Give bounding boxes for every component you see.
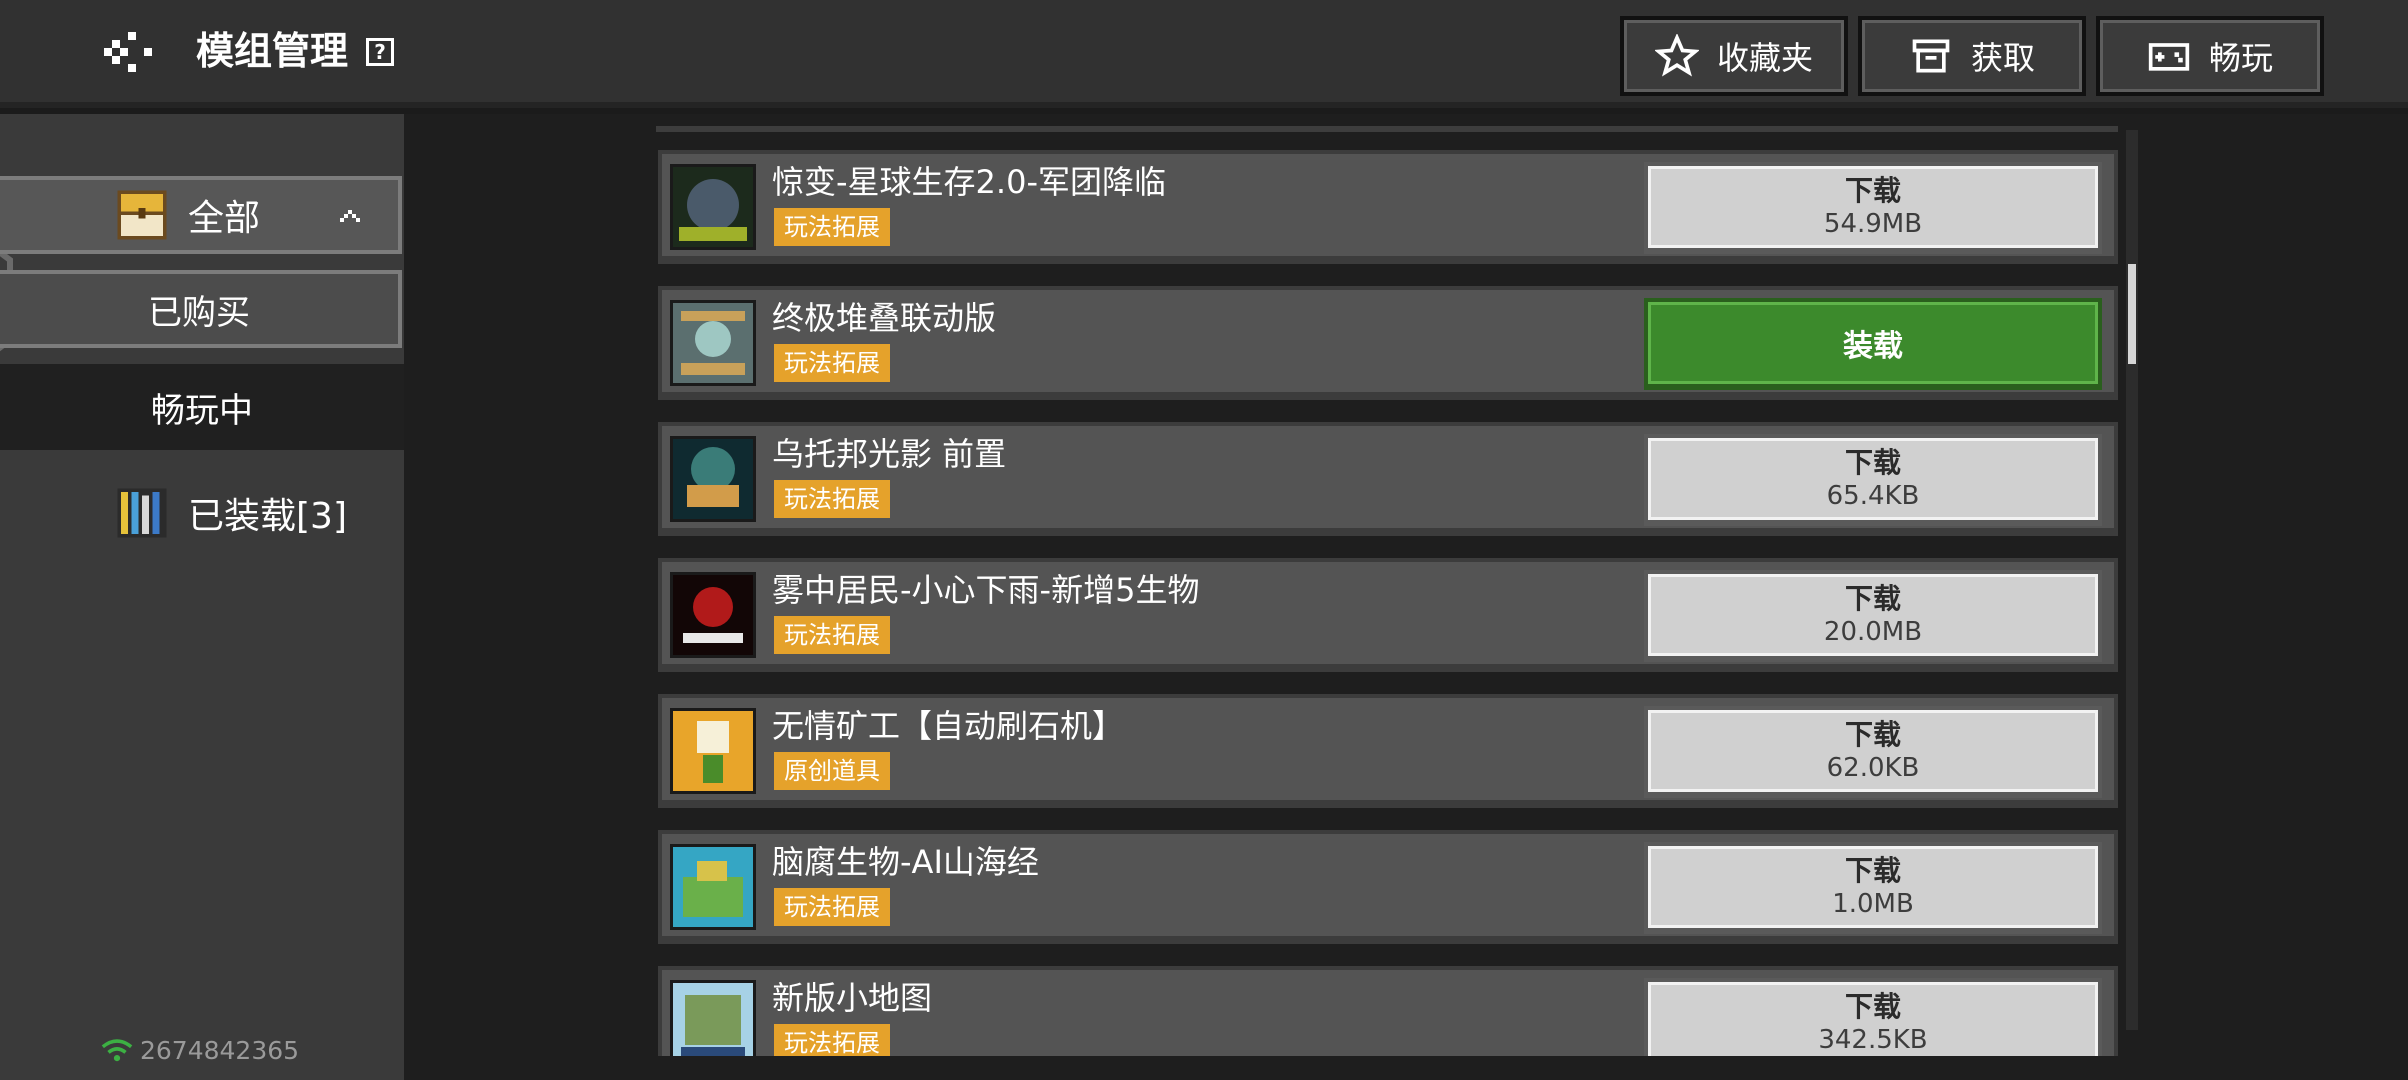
mod-tag: 玩法拓展 [774, 888, 890, 926]
download-label: 下载 [1844, 582, 1901, 615]
wifi-icon [101, 1038, 133, 1061]
list-item[interactable]: 雾中居民-小心下雨-新增5生物 玩法拓展 下载 20.0MB [658, 558, 2118, 672]
star-icon [1654, 34, 1699, 77]
favorites-button[interactable]: 收藏夹 [1620, 16, 1848, 96]
user-id-text: 2674842365 [140, 1036, 300, 1065]
favorites-label: 收藏夹 [1716, 39, 1813, 77]
list-item[interactable]: 终极堆叠联动版 玩法拓展 装载 [658, 286, 2118, 400]
mod-list[interactable]: 惊变-星球生存2.0-军团降临 玩法拓展 下载 54.9MB 终极堆叠联动版 玩… [656, 126, 2118, 1056]
get-label: 获取 [1970, 39, 2035, 77]
mod-thumbnail [670, 572, 756, 658]
download-label: 下载 [1844, 990, 1901, 1023]
books-icon [117, 488, 167, 538]
mod-tag: 玩法拓展 [774, 480, 890, 518]
sidebar-item-playing-label: 畅玩中 [151, 390, 253, 431]
mod-tag: 玩法拓展 [774, 616, 890, 654]
mod-tag: 玩法拓展 [774, 1024, 890, 1056]
sidebar-item-loaded-label: 已装载[3] [188, 496, 347, 537]
mod-title: 终极堆叠联动版 [772, 299, 997, 337]
download-label: 下载 [1844, 446, 1901, 479]
download-size: 62.0KB [1826, 753, 1920, 783]
download-label: 下载 [1844, 854, 1901, 887]
download-button[interactable]: 下载 20.0MB [1644, 570, 2102, 662]
mod-tag: 玩法拓展 [774, 344, 890, 382]
store-icon [1912, 39, 1950, 73]
list-item[interactable]: 新版小地图 玩法拓展 下载 342.5KB [658, 966, 2118, 1056]
mod-thumbnail [670, 164, 756, 250]
page-title: 模组管理 [196, 29, 349, 73]
download-size: 54.9MB [1823, 209, 1923, 239]
mod-title: 乌托邦光影 前置 [772, 435, 1007, 473]
mod-thumbnail [670, 844, 756, 930]
sidebar-item-playing[interactable]: 畅玩中 [0, 364, 404, 450]
mod-thumbnail [670, 436, 756, 522]
download-size: 20.0MB [1823, 617, 1923, 647]
chevron-up-icon [340, 210, 360, 222]
play-button[interactable]: 畅玩 [2096, 16, 2324, 96]
download-size: 1.0MB [1832, 889, 1914, 919]
download-button[interactable]: 下载 62.0KB [1644, 706, 2102, 798]
download-button[interactable]: 下载 1.0MB [1644, 842, 2102, 934]
download-size: 342.5KB [1818, 1025, 1928, 1055]
mod-thumbnail [670, 980, 756, 1056]
mod-list-panel: 惊变-星球生存2.0-军团降临 玩法拓展 下载 54.9MB 终极堆叠联动版 玩… [404, 114, 2408, 1080]
sidebar-item-all-label: 全部 [188, 198, 261, 239]
download-button[interactable]: 下载 54.9MB [1644, 162, 2102, 254]
help-icon[interactable]: ? [366, 38, 394, 66]
list-top-divider [656, 126, 2118, 132]
sidebar-item-loaded[interactable]: 已装载[3] [0, 474, 402, 552]
download-size: 65.4KB [1826, 481, 1920, 511]
list-item[interactable]: 乌托邦光影 前置 玩法拓展 下载 65.4KB [658, 422, 2118, 536]
download-button[interactable]: 下载 342.5KB [1644, 978, 2102, 1056]
load-button[interactable]: 装载 [1644, 298, 2102, 390]
download-label: 下载 [1844, 174, 1901, 207]
download-label: 下载 [1844, 718, 1901, 751]
chest-icon [117, 190, 167, 240]
list-item[interactable]: 脑腐生物-AI山海经 玩法拓展 下载 1.0MB [658, 830, 2118, 944]
top-bar: 模组管理 ? 收藏夹 获取 畅玩 [0, 0, 2408, 108]
mod-thumbnail [670, 708, 756, 794]
gamepad-icon [2148, 43, 2190, 71]
scrollbar-thumb[interactable] [2128, 264, 2136, 364]
mod-title: 雾中居民-小心下雨-新增5生物 [772, 571, 1200, 609]
download-button[interactable]: 下载 65.4KB [1644, 434, 2102, 526]
mod-tag: 玩法拓展 [774, 208, 890, 246]
back-arrow-icon[interactable] [100, 22, 160, 82]
mod-title: 新版小地图 [772, 979, 933, 1017]
mod-thumbnail [670, 300, 756, 386]
mod-title: 脑腐生物-AI山海经 [772, 843, 1039, 881]
mod-title: 无情矿工【自动刷石机】 [772, 707, 1125, 745]
sidebar-item-purchased-label: 已购买 [148, 292, 250, 333]
play-label: 畅玩 [2208, 39, 2273, 77]
sidebar-item-purchased[interactable]: 已购买 [0, 270, 402, 348]
list-item[interactable]: 惊变-星球生存2.0-军团降临 玩法拓展 下载 54.9MB [658, 150, 2118, 264]
user-id: 2674842365 [100, 1036, 299, 1065]
get-button[interactable]: 获取 [1858, 16, 2086, 96]
sidebar: 全部 已购买 畅玩中 已装载[3] 2674842365 [0, 114, 404, 1080]
mod-title: 惊变-星球生存2.0-军团降临 [772, 163, 1166, 201]
mod-tag: 原创道具 [774, 752, 890, 790]
sidebar-item-all[interactable]: 全部 [0, 176, 402, 254]
list-item[interactable]: 无情矿工【自动刷石机】 原创道具 下载 62.0KB [658, 694, 2118, 808]
